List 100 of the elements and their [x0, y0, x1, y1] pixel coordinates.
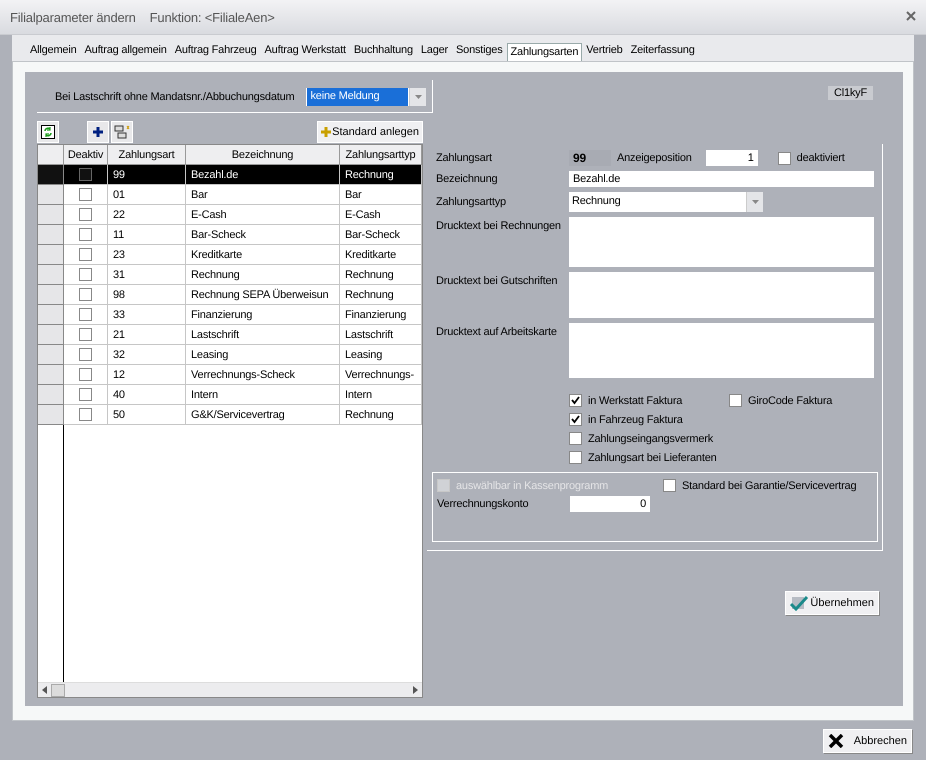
apply-button[interactable]: Übernehmen [785, 591, 879, 615]
scroll-left-icon[interactable] [42, 686, 47, 694]
tab[interactable]: Auftrag allgemein [80, 40, 171, 61]
tab[interactable]: Auftrag Werkstatt [260, 40, 350, 61]
plus-icon [321, 127, 332, 137]
tab[interactable]: Zahlungsarten [506, 43, 582, 62]
tab[interactable]: Buchhaltung [350, 40, 417, 61]
row-header[interactable] [38, 285, 64, 305]
checkbox[interactable] [79, 288, 92, 301]
row-header[interactable] [38, 345, 64, 365]
row-header[interactable] [38, 245, 64, 265]
tab[interactable]: Zeiterfassung [626, 40, 699, 61]
column-header[interactable]: Zahlungsarttyp [340, 145, 422, 165]
tab[interactable]: Lager [416, 40, 452, 61]
checkbox[interactable] [79, 208, 92, 221]
table-cell: 98 [108, 285, 186, 305]
tab[interactable]: Allgemein [26, 40, 81, 61]
checkbox-label: Standard bei Garantie/Servicevertrag [682, 480, 856, 492]
checkbox[interactable] [569, 451, 582, 464]
setting-label: Bei Lastschrift ohne Mandatsnr./Abbuchungsdatum [55, 91, 294, 103]
standard-button[interactable]: Standard anlegen [317, 121, 423, 143]
row-header[interactable] [38, 385, 64, 405]
table-cell: 50 [108, 405, 186, 425]
checkbox[interactable] [79, 348, 92, 361]
tab[interactable]: Vertrieb [582, 40, 627, 61]
tab[interactable]: Auftrag Fahrzeug [170, 40, 261, 61]
input-field[interactable]: Bezahl.de [569, 171, 874, 187]
field-label: Zahlungsart [436, 152, 493, 164]
row-header[interactable] [38, 185, 64, 205]
checkbox[interactable] [729, 394, 742, 407]
row-header[interactable] [38, 405, 64, 425]
table-cell: Finanzierung [186, 305, 340, 325]
row-header[interactable] [38, 305, 64, 325]
table-cell: 21 [108, 325, 186, 345]
checkbox[interactable] [79, 408, 92, 421]
row-header[interactable] [38, 325, 64, 345]
column-header[interactable]: Zahlungsart [108, 145, 186, 165]
checkbox[interactable] [79, 248, 92, 261]
table-cell: Rechnung [340, 165, 422, 185]
table-cell: Rechnung [340, 265, 422, 285]
table-cell: Leasing [186, 345, 340, 365]
table-cell: 11 [108, 225, 186, 245]
table-cell: G&K/Servicevertrag [186, 405, 340, 425]
column-header[interactable]: Deaktiv [64, 145, 108, 165]
checkbox[interactable] [79, 188, 92, 201]
table-cell: Bar [186, 185, 340, 205]
table-cell: 33 [108, 305, 186, 325]
checkbox[interactable] [79, 368, 92, 381]
code-value: 99 [569, 150, 611, 166]
checkbox[interactable] [569, 394, 582, 407]
table-cell: E-Cash [186, 205, 340, 225]
copy-record-icon[interactable] [111, 121, 133, 143]
scroll-thumb[interactable] [51, 684, 65, 696]
row-header[interactable] [38, 225, 64, 245]
caret-icon [409, 88, 426, 106]
table-cell: 01 [108, 185, 186, 205]
refresh-icon[interactable] [37, 121, 59, 143]
row-header[interactable] [38, 365, 64, 385]
table-cell: 99 [108, 165, 186, 185]
row-header[interactable] [38, 205, 64, 225]
row-header[interactable] [38, 265, 64, 285]
table-cell: 31 [108, 265, 186, 285]
checkbox[interactable] [663, 479, 676, 492]
dropdown[interactable]: Rechnung [569, 192, 763, 212]
checkbox[interactable] [79, 328, 92, 341]
scrollbar[interactable] [38, 682, 422, 697]
input-field[interactable]: 0 [570, 496, 650, 512]
table-cell: Rechnung [340, 405, 422, 425]
window-title: Filialparameter ändern [10, 10, 136, 24]
checkbox[interactable] [79, 388, 92, 401]
row-header[interactable] [38, 165, 64, 185]
checkbox[interactable] [569, 432, 582, 445]
checkbox[interactable] [778, 152, 791, 164]
field-label: Drucktext bei Rechnungen [436, 219, 562, 232]
checkbox[interactable] [79, 168, 92, 181]
table-cell: Rechnung [186, 265, 340, 285]
table-cell: 12 [108, 365, 186, 385]
checkbox[interactable] [79, 308, 92, 321]
table-cell: 40 [108, 385, 186, 405]
cancel-button[interactable]: Abbrechen [822, 728, 912, 752]
input-field[interactable]: 1 [706, 150, 758, 166]
dropdown[interactable]: keine Meldung [306, 88, 426, 106]
tab[interactable]: Sonstiges [452, 40, 507, 61]
table-cell: Rechnung [340, 285, 422, 305]
add-icon[interactable] [87, 121, 109, 143]
checkbox-label: Zahlungsart bei Lieferanten [588, 452, 717, 464]
header-corner [38, 145, 64, 165]
field-label: Bezeichnung [436, 173, 498, 185]
field-label: Zahlungsarttyp [436, 196, 507, 208]
table-cell: Bar-Scheck [186, 225, 340, 245]
checkbox[interactable] [79, 228, 92, 241]
checkbox[interactable] [79, 268, 92, 281]
scroll-right-icon[interactable] [413, 686, 418, 694]
caret-icon [746, 192, 763, 212]
checkbox[interactable] [569, 413, 582, 426]
cross-icon [828, 734, 844, 748]
column-header[interactable]: Bezeichnung [186, 145, 340, 165]
table-cell: Intern [340, 385, 422, 405]
table-cell: Leasing [340, 345, 422, 365]
checkbox-label: in Werkstatt Faktura [588, 394, 682, 406]
